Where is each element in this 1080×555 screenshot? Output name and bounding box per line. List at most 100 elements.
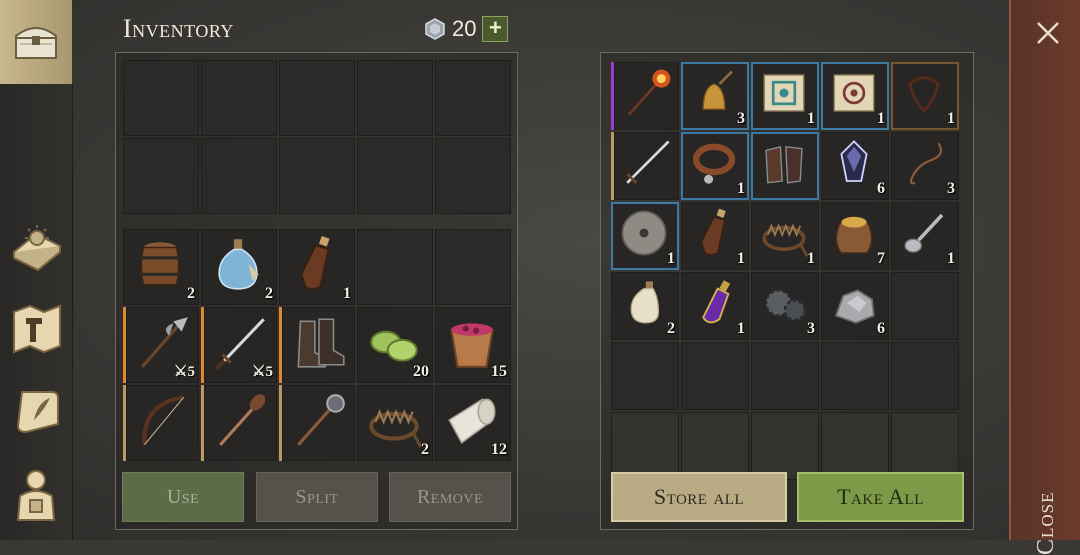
empty-slot[interactable] [201, 138, 277, 214]
empty-slot[interactable] [435, 229, 511, 305]
empty-slot[interactable] [821, 342, 889, 410]
item-slot[interactable]: 2 [611, 272, 679, 340]
item-count: 3 [737, 110, 745, 127]
item-slot[interactable] [751, 132, 819, 200]
split-button[interactable]: Split [256, 472, 378, 522]
empty-slot[interactable] [891, 342, 959, 410]
item-slot[interactable] [611, 62, 679, 130]
empty-slot[interactable] [357, 229, 433, 305]
item-count: 2 [187, 285, 195, 302]
item-slot[interactable]: 15 [435, 307, 511, 383]
item-slot[interactable]: 3 [751, 272, 819, 340]
bear-trap-icon [369, 408, 423, 448]
silver-gem-icon [425, 18, 445, 40]
empty-slot[interactable] [891, 412, 959, 480]
inventory-grid: 2 2 1 ⚔5 ⚔5 20 15 2 12 [123, 229, 511, 461]
item-slot[interactable]: 1 [279, 229, 355, 305]
item-slot[interactable]: ⚔5 [123, 307, 199, 383]
empty-slot[interactable] [681, 342, 749, 410]
bow-icon [142, 395, 185, 446]
item-count: 3 [947, 180, 955, 197]
empty-slot[interactable] [611, 412, 679, 480]
rope-icon [909, 142, 943, 185]
use-button[interactable]: Use [122, 472, 244, 522]
item-slot[interactable]: 2 [357, 385, 433, 461]
water-flask-icon [218, 239, 259, 290]
empty-slot[interactable] [357, 60, 433, 136]
empty-slot[interactable] [751, 342, 819, 410]
item-slot[interactable] [201, 385, 277, 461]
item-count: 2 [265, 285, 273, 302]
item-slot[interactable]: 6 [821, 132, 889, 200]
item-slot[interactable] [123, 385, 199, 461]
item-count: 1 [737, 250, 745, 267]
boots-icon [297, 318, 345, 368]
item-slot[interactable]: 2 [201, 229, 277, 305]
take-all-button[interactable]: Take All [797, 472, 964, 522]
remove-button[interactable]: Remove [389, 472, 511, 522]
item-slot[interactable] [611, 132, 679, 200]
item-slot[interactable] [279, 385, 355, 461]
empty-slot[interactable] [611, 342, 679, 410]
empty-slot[interactable] [123, 60, 199, 136]
item-slot[interactable]: 6 [821, 272, 889, 340]
currency-value: 20 [452, 16, 477, 41]
store-all-button[interactable]: Store all [611, 472, 787, 522]
longsword-icon [626, 140, 670, 184]
item-slot[interactable]: 1 [681, 272, 749, 340]
empty-slot[interactable] [681, 412, 749, 480]
item-slot[interactable]: 1 [751, 202, 819, 270]
item-slot[interactable]: 1 [611, 202, 679, 270]
spoon-icon [904, 213, 944, 253]
currency-display: 20 + [424, 16, 509, 42]
empty-slot[interactable] [435, 60, 511, 136]
item-count: 2 [667, 320, 675, 337]
grain-sack-icon [835, 216, 873, 254]
durability-count: ⚔5 [174, 364, 195, 380]
sidebar [0, 0, 73, 540]
empty-slot[interactable] [435, 138, 511, 214]
item-slot[interactable]: ⚔5 [201, 307, 277, 383]
item-slot[interactable]: 12 [435, 385, 511, 461]
empty-slot[interactable] [891, 272, 959, 340]
item-slot[interactable]: 1 [751, 62, 819, 130]
item-slot[interactable]: 7 [821, 202, 889, 270]
empty-slot[interactable] [751, 412, 819, 480]
close-panel[interactable]: Close [1009, 0, 1080, 555]
tab-chest[interactable] [0, 0, 72, 84]
spiked-mace-icon [219, 394, 266, 446]
item-slot[interactable]: 1 [821, 62, 889, 130]
item-slot[interactable]: 1 [681, 202, 749, 270]
item-count: 1 [667, 250, 675, 267]
close-label[interactable]: Close [1033, 465, 1060, 555]
item-count: 15 [491, 363, 507, 380]
item-slot[interactable]: 1 [891, 202, 959, 270]
item-count: 7 [877, 250, 885, 267]
empty-slot[interactable] [357, 138, 433, 214]
item-count: 6 [877, 320, 885, 337]
item-slot[interactable]: 3 [891, 132, 959, 200]
empty-slot[interactable] [279, 138, 355, 214]
close-label-wrap[interactable]: Close [1033, 440, 1063, 555]
empty-slot[interactable] [123, 138, 199, 214]
empty-slot[interactable] [279, 60, 355, 136]
crafting-map-icon[interactable] [8, 300, 64, 356]
add-currency-button[interactable]: + [482, 16, 509, 42]
purple-potion-icon [702, 280, 731, 324]
character-icon[interactable] [8, 466, 64, 522]
empty-slot[interactable] [201, 60, 277, 136]
item-slot[interactable]: 1 [891, 62, 959, 130]
item-count: 1 [807, 250, 815, 267]
item-slot[interactable]: 3 [681, 62, 749, 130]
item-count: 1 [807, 110, 815, 127]
chest-icon [15, 27, 57, 59]
item-slot[interactable] [279, 307, 355, 383]
barrel-icon [140, 242, 180, 286]
empty-slot[interactable] [821, 412, 889, 480]
item-slot[interactable]: 2 [123, 229, 199, 305]
quest-scroll-icon[interactable] [8, 384, 64, 440]
sun-book-icon[interactable] [8, 216, 64, 272]
item-slot[interactable]: 1 [681, 132, 749, 200]
close-icon[interactable] [1033, 18, 1063, 48]
item-slot[interactable]: 20 [357, 307, 433, 383]
